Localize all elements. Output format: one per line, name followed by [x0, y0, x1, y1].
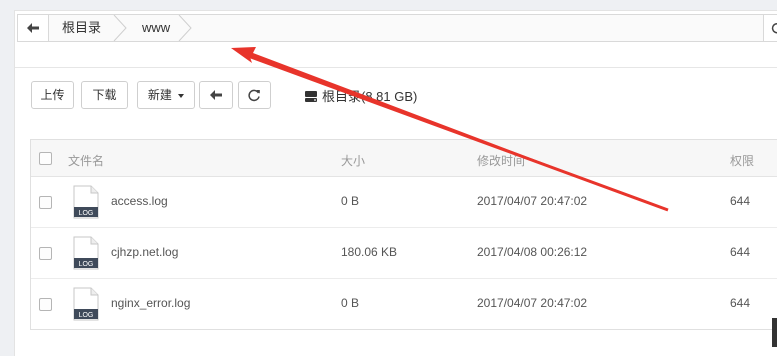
row-checkbox[interactable] — [39, 196, 52, 209]
breadcrumb-chevron-icon — [113, 15, 127, 41]
table-row[interactable]: LOG access.log 0 B 2017/04/07 20:47:02 6… — [31, 177, 777, 228]
go-back-button[interactable] — [199, 81, 233, 109]
file-type-label: LOG — [79, 261, 94, 268]
breadcrumb-chevron-icon — [178, 15, 192, 41]
log-file-icon: LOG — [73, 236, 99, 270]
file-permission: 644 — [730, 245, 751, 259]
breadcrumb: 根目录 www — [17, 14, 777, 42]
breadcrumb-item-root[interactable]: 根目录 — [62, 15, 101, 41]
header-modified[interactable]: 修改时间 — [477, 152, 525, 169]
row-checkbox[interactable] — [39, 298, 52, 311]
scrollbar-thumb[interactable] — [772, 318, 777, 347]
back-button[interactable] — [18, 15, 49, 41]
header-permission[interactable]: 权限 — [730, 152, 754, 169]
file-permission: 644 — [730, 296, 751, 310]
caret-down-icon — [178, 93, 185, 98]
table-row[interactable]: LOG nginx_error.log 0 B 2017/04/07 20:47… — [31, 279, 777, 330]
breadcrumb-item-www[interactable]: www — [142, 15, 170, 41]
log-file-icon: LOG — [73, 287, 99, 321]
refresh-icon — [771, 22, 777, 34]
header-filename[interactable]: 文件名 — [68, 152, 104, 169]
breadcrumb-refresh-button[interactable] — [763, 15, 777, 41]
file-modified: 2017/04/08 00:26:12 — [477, 245, 588, 259]
file-name[interactable]: access.log — [111, 194, 168, 208]
table-header: 文件名 大小 修改时间 权限 — [31, 140, 777, 177]
table-row[interactable]: LOG cjhzp.net.log 180.06 KB 2017/04/08 0… — [31, 228, 777, 279]
row-checkbox[interactable] — [39, 247, 52, 260]
disk-info[interactable]: 根目录(8.81 GB) — [304, 86, 417, 105]
arrow-left-icon — [27, 23, 39, 33]
file-size: 0 B — [341, 194, 360, 208]
file-table: 文件名 大小 修改时间 权限 LOG access.log 0 B 2017/0… — [30, 139, 777, 330]
select-all-checkbox[interactable] — [39, 152, 52, 165]
hard-drive-icon — [305, 90, 317, 102]
file-size: 180.06 KB — [341, 245, 398, 259]
file-type-label: LOG — [79, 210, 94, 217]
refresh-button[interactable] — [238, 81, 271, 109]
file-type-label: LOG — [79, 312, 94, 319]
file-name[interactable]: nginx_error.log — [111, 296, 190, 310]
log-file-icon: LOG — [73, 185, 99, 219]
disk-label: 根目录(8.81 GB) — [322, 89, 418, 104]
file-name[interactable]: cjhzp.net.log — [111, 245, 178, 259]
new-dropdown-button[interactable]: 新建 — [137, 81, 195, 109]
new-button-label: 新建 — [147, 88, 172, 102]
upload-button[interactable]: 上传 — [31, 81, 74, 109]
download-button[interactable]: 下载 — [81, 81, 128, 109]
divider — [15, 67, 777, 68]
file-modified: 2017/04/07 20:47:02 — [477, 296, 588, 310]
refresh-icon — [248, 89, 260, 101]
file-permission: 644 — [730, 194, 751, 208]
arrow-left-icon — [210, 90, 222, 100]
file-size: 0 B — [341, 296, 360, 310]
header-size[interactable]: 大小 — [341, 152, 365, 169]
file-modified: 2017/04/07 20:47:02 — [477, 194, 588, 208]
